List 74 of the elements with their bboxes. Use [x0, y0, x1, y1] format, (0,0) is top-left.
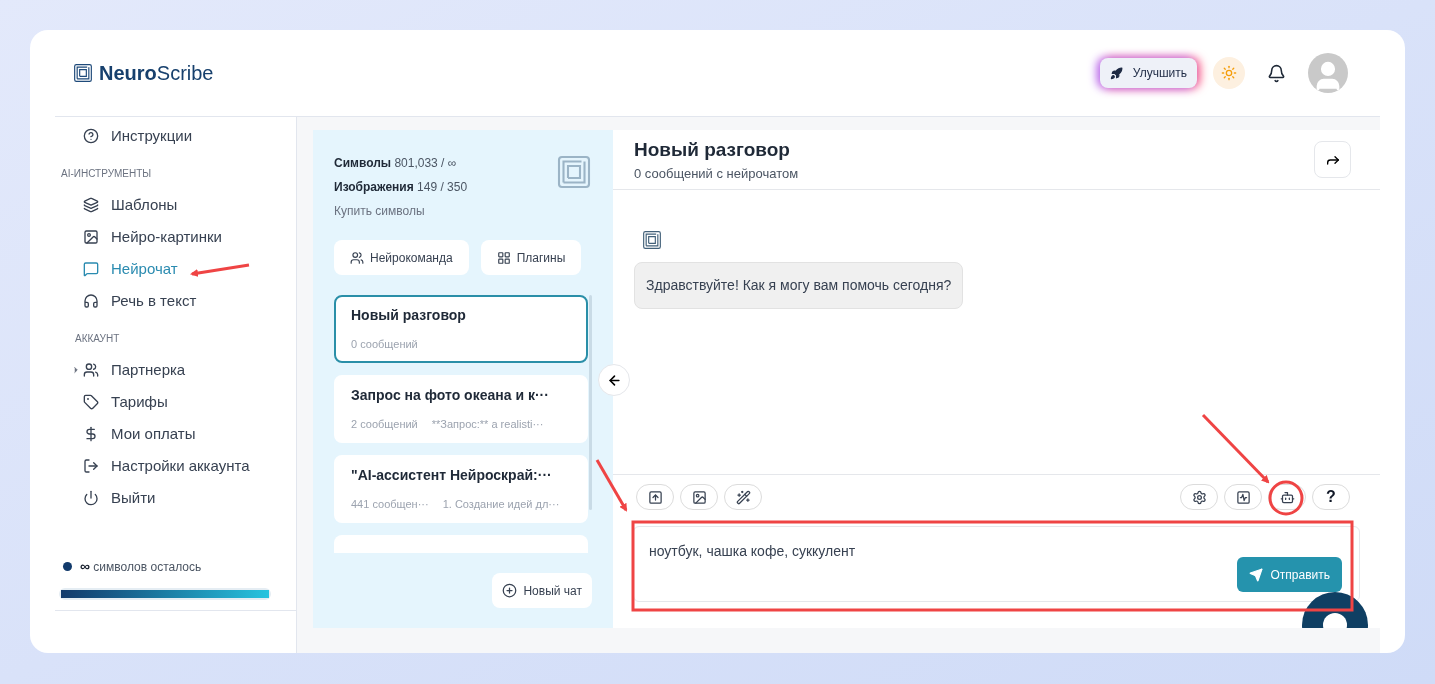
image-icon [83, 229, 99, 245]
headphones-icon [83, 293, 99, 309]
nav-item[interactable]: Нейрочат [55, 253, 296, 285]
upload-icon [647, 489, 663, 505]
nav-item[interactable]: Речь в текст [55, 285, 296, 317]
message-count: 2 сообщений [351, 417, 418, 433]
panel-button[interactable]: Нейрокоманда [334, 240, 469, 275]
chat-preview: **Запрос:** a realisti··· [431, 417, 544, 433]
nav-item[interactable]: Инструкции [55, 120, 296, 152]
bell-icon[interactable] [1267, 63, 1286, 83]
chat-title: Новый разговор [351, 306, 467, 326]
usage-stat: Символы 801,033 / ∞ [334, 155, 458, 172]
chat-preview: 1. Создание идей дл··· [442, 497, 560, 513]
panel-button[interactable]: Плагины [480, 240, 582, 275]
people-icon [83, 362, 99, 378]
section-heading: АККАУНТ [74, 332, 121, 346]
people-icon [350, 250, 364, 265]
tool-button[interactable] [680, 484, 718, 510]
theme-toggle[interactable] [1213, 57, 1245, 89]
share-button[interactable] [1314, 141, 1351, 178]
send-icon [1249, 567, 1264, 582]
annotation-arrow [595, 459, 628, 512]
tool-button[interactable] [1224, 484, 1262, 510]
conversation-subtitle: 0 сообщений с нейрочатом [634, 165, 799, 183]
power-icon [83, 490, 99, 506]
tool-button[interactable] [636, 484, 674, 510]
grid-icon [496, 250, 511, 265]
magic-wand-icon [735, 489, 751, 505]
logo-icon [73, 63, 93, 83]
annotation-circle [1268, 480, 1304, 516]
caret-icon [71, 365, 81, 375]
message-count: 441 сообщен··· [351, 497, 429, 513]
section-heading: AI-ИНСТРУМЕНТЫ [60, 167, 153, 181]
tag-icon [83, 394, 99, 410]
nav-item[interactable]: Выйти [55, 482, 296, 514]
message-count: 0 сообщений [351, 337, 418, 353]
upgrade-button[interactable]: Улучшить [1099, 58, 1197, 88]
chat-list-item[interactable]: "AI-ассистент Нейроскрай:··· 441 сообщен··· 1. Создание идей дл··· [334, 455, 588, 523]
nav-item[interactable]: Мои оплаты [55, 418, 296, 450]
nav-item[interactable]: Партнерка [55, 354, 296, 386]
robot-icon [1279, 489, 1295, 505]
nav-item[interactable]: Тарифы [55, 386, 296, 418]
layers-icon [83, 197, 99, 213]
chat-list-item[interactable]: Новый разговор 0 сообщений [334, 295, 588, 363]
plus-circle-icon [502, 583, 518, 598]
nav-item[interactable]: Нейро-картинки [55, 221, 296, 253]
image-icon [691, 489, 707, 505]
annotation-arrow [190, 263, 250, 277]
assistant-logo-icon [642, 230, 662, 250]
quota-text: ∞ символов осталось [80, 557, 202, 576]
settings-icon [1191, 489, 1207, 505]
tool-button[interactable] [724, 484, 762, 510]
dollar-icon [83, 426, 99, 442]
brand-name: NeuroScribe [99, 61, 214, 86]
chat-title: "AI-ассистент Нейроскрай:··· [351, 466, 553, 486]
message-bubble: Здравствуйте! Как я могу вам помочь сегодня? [634, 262, 964, 309]
new-chat-button[interactable]: Новый чат [492, 573, 592, 608]
tool-button[interactable] [1180, 484, 1218, 510]
chat-title: Запрос на фото океана и к··· [351, 386, 550, 406]
usage-stat: Изображения 149 / 350 [334, 179, 468, 196]
help-button[interactable]: ? [1312, 484, 1350, 510]
sun-icon [1221, 65, 1237, 81]
conversation-title: Новый разговор [634, 137, 791, 162]
send-button[interactable]: Отправить [1237, 557, 1342, 592]
nav-item[interactable]: Шаблоны [55, 189, 296, 221]
chat-bubble-icon [83, 261, 99, 277]
chat-list-item[interactable]: Запрос на фото океана и к··· 2 сообщений **Запрос:** a realisti··· [334, 375, 588, 443]
logo-mark-icon [556, 154, 592, 190]
rocket-icon [1109, 66, 1123, 80]
help-icon [83, 128, 99, 144]
nav-item[interactable]: Настройки аккаунта [55, 450, 296, 482]
annotation-arrow [1201, 413, 1270, 484]
wave-image-icon [1235, 489, 1251, 505]
buy-symbols-link[interactable]: Купить символы [334, 202, 468, 220]
